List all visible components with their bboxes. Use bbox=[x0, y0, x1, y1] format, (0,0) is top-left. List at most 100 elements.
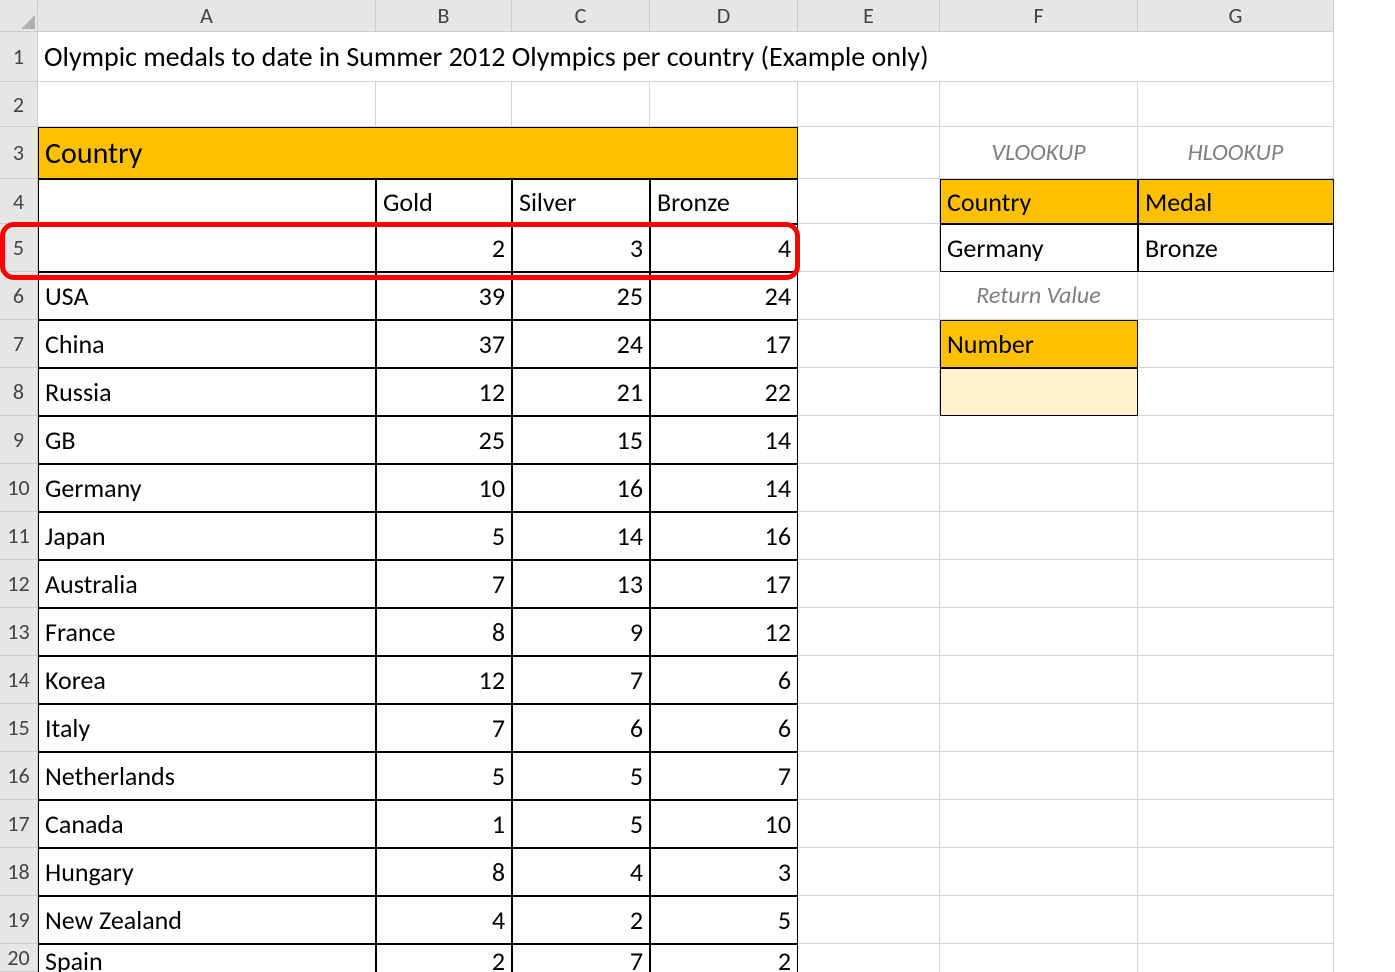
cell-E9[interactable] bbox=[798, 416, 940, 464]
row-header-1[interactable]: 1 bbox=[0, 32, 38, 82]
cell-country-4[interactable]: Germany bbox=[38, 464, 376, 512]
cell-E16[interactable] bbox=[798, 752, 940, 800]
cell-return-value-label[interactable]: Return Value bbox=[940, 272, 1138, 320]
cell-F12[interactable] bbox=[940, 560, 1138, 608]
cell-bronze-4[interactable]: 14 bbox=[650, 464, 798, 512]
cell-gold-14[interactable]: 2 bbox=[376, 944, 512, 972]
row-header-9[interactable]: 9 bbox=[0, 416, 38, 464]
col-header-A[interactable]: A bbox=[38, 0, 376, 32]
row-header-18[interactable]: 18 bbox=[0, 848, 38, 896]
cell-silver-11[interactable]: 5 bbox=[512, 800, 650, 848]
cell-E6[interactable] bbox=[798, 272, 940, 320]
cell-country-8[interactable]: Korea bbox=[38, 656, 376, 704]
spreadsheet[interactable]: A B C D E F G 1 2 3 4 5 6 7 8 9 10 11 12… bbox=[0, 0, 1395, 957]
cell-B2[interactable] bbox=[376, 82, 512, 127]
cell-G18[interactable] bbox=[1138, 848, 1334, 896]
cell-gold-7[interactable]: 8 bbox=[376, 608, 512, 656]
cell-country-12[interactable]: Hungary bbox=[38, 848, 376, 896]
cell-gold-4[interactable]: 10 bbox=[376, 464, 512, 512]
cell-silver-0[interactable]: 25 bbox=[512, 272, 650, 320]
row-header-12[interactable]: 12 bbox=[0, 560, 38, 608]
select-all-corner[interactable] bbox=[0, 0, 38, 32]
cell-B5[interactable]: 2 bbox=[376, 224, 512, 272]
cell-E20[interactable] bbox=[798, 944, 940, 972]
cell-silver-2[interactable]: 21 bbox=[512, 368, 650, 416]
cell-gold-9[interactable]: 7 bbox=[376, 704, 512, 752]
cell-bronze-10[interactable]: 7 bbox=[650, 752, 798, 800]
cell-lookup-country-val[interactable]: Germany bbox=[940, 224, 1138, 272]
cell-G15[interactable] bbox=[1138, 704, 1334, 752]
row-header-7[interactable]: 7 bbox=[0, 320, 38, 368]
cell-lookup-country-hdr[interactable]: Country bbox=[940, 179, 1138, 224]
cell-E12[interactable] bbox=[798, 560, 940, 608]
cell-E17[interactable] bbox=[798, 800, 940, 848]
cell-gold-12[interactable]: 8 bbox=[376, 848, 512, 896]
row-header-14[interactable]: 14 bbox=[0, 656, 38, 704]
cell-country-11[interactable]: Canada bbox=[38, 800, 376, 848]
row-header-10[interactable]: 10 bbox=[0, 464, 38, 512]
cell-F19[interactable] bbox=[940, 896, 1138, 944]
cell-hlookup-label[interactable]: HLOOKUP bbox=[1138, 127, 1334, 179]
cell-D5[interactable]: 4 bbox=[650, 224, 798, 272]
cell-F11[interactable] bbox=[940, 512, 1138, 560]
cell-silver-6[interactable]: 13 bbox=[512, 560, 650, 608]
cell-E5[interactable] bbox=[798, 224, 940, 272]
row-header-6[interactable]: 6 bbox=[0, 272, 38, 320]
cell-E7[interactable] bbox=[798, 320, 940, 368]
cell-silver-8[interactable]: 7 bbox=[512, 656, 650, 704]
cell-title[interactable]: Olympic medals to date in Summer 2012 Ol… bbox=[38, 32, 1334, 82]
cell-bronze-0[interactable]: 24 bbox=[650, 272, 798, 320]
cell-E18[interactable] bbox=[798, 848, 940, 896]
cell-bronze-header[interactable]: Bronze bbox=[650, 179, 798, 224]
row-header-3[interactable]: 3 bbox=[0, 127, 38, 179]
cell-F20[interactable] bbox=[940, 944, 1138, 972]
cell-F9[interactable] bbox=[940, 416, 1138, 464]
row-header-17[interactable]: 17 bbox=[0, 800, 38, 848]
cell-E10[interactable] bbox=[798, 464, 940, 512]
cell-country-13[interactable]: New Zealand bbox=[38, 896, 376, 944]
cell-country-5[interactable]: Japan bbox=[38, 512, 376, 560]
cell-bronze-9[interactable]: 6 bbox=[650, 704, 798, 752]
row-header-15[interactable]: 15 bbox=[0, 704, 38, 752]
cell-silver-7[interactable]: 9 bbox=[512, 608, 650, 656]
cell-gold-13[interactable]: 4 bbox=[376, 896, 512, 944]
cell-country-3[interactable]: GB bbox=[38, 416, 376, 464]
cell-bronze-14[interactable]: 2 bbox=[650, 944, 798, 972]
col-header-E[interactable]: E bbox=[798, 0, 940, 32]
cell-vlookup-label[interactable]: VLOOKUP bbox=[940, 127, 1138, 179]
cell-gold-0[interactable]: 39 bbox=[376, 272, 512, 320]
cell-silver-12[interactable]: 4 bbox=[512, 848, 650, 896]
cell-G9[interactable] bbox=[1138, 416, 1334, 464]
cell-F2[interactable] bbox=[940, 82, 1138, 127]
cell-G8[interactable] bbox=[1138, 368, 1334, 416]
cell-silver-14[interactable]: 7 bbox=[512, 944, 650, 972]
cell-G19[interactable] bbox=[1138, 896, 1334, 944]
col-header-G[interactable]: G bbox=[1138, 0, 1334, 32]
cell-lookup-medal-hdr[interactable]: Medal bbox=[1138, 179, 1334, 224]
cell-E19[interactable] bbox=[798, 896, 940, 944]
cell-bronze-5[interactable]: 16 bbox=[650, 512, 798, 560]
cell-bronze-12[interactable]: 3 bbox=[650, 848, 798, 896]
cell-G12[interactable] bbox=[1138, 560, 1334, 608]
col-header-C[interactable]: C bbox=[512, 0, 650, 32]
cell-country-7[interactable]: France bbox=[38, 608, 376, 656]
cell-gold-2[interactable]: 12 bbox=[376, 368, 512, 416]
cell-E15[interactable] bbox=[798, 704, 940, 752]
col-header-B[interactable]: B bbox=[376, 0, 512, 32]
cell-gold-11[interactable]: 1 bbox=[376, 800, 512, 848]
row-header-4[interactable]: 4 bbox=[0, 179, 38, 224]
cell-silver-4[interactable]: 16 bbox=[512, 464, 650, 512]
cell-bronze-1[interactable]: 17 bbox=[650, 320, 798, 368]
row-header-20[interactable]: 20 bbox=[0, 944, 38, 972]
cell-A5[interactable] bbox=[38, 224, 376, 272]
cell-country-9[interactable]: Italy bbox=[38, 704, 376, 752]
cell-C2[interactable] bbox=[512, 82, 650, 127]
cell-silver-9[interactable]: 6 bbox=[512, 704, 650, 752]
cell-number-header[interactable]: Number bbox=[940, 320, 1138, 368]
cell-G13[interactable] bbox=[1138, 608, 1334, 656]
cell-silver-header[interactable]: Silver bbox=[512, 179, 650, 224]
cell-F17[interactable] bbox=[940, 800, 1138, 848]
cell-E11[interactable] bbox=[798, 512, 940, 560]
cell-bronze-2[interactable]: 22 bbox=[650, 368, 798, 416]
cell-lookup-medal-val[interactable]: Bronze bbox=[1138, 224, 1334, 272]
